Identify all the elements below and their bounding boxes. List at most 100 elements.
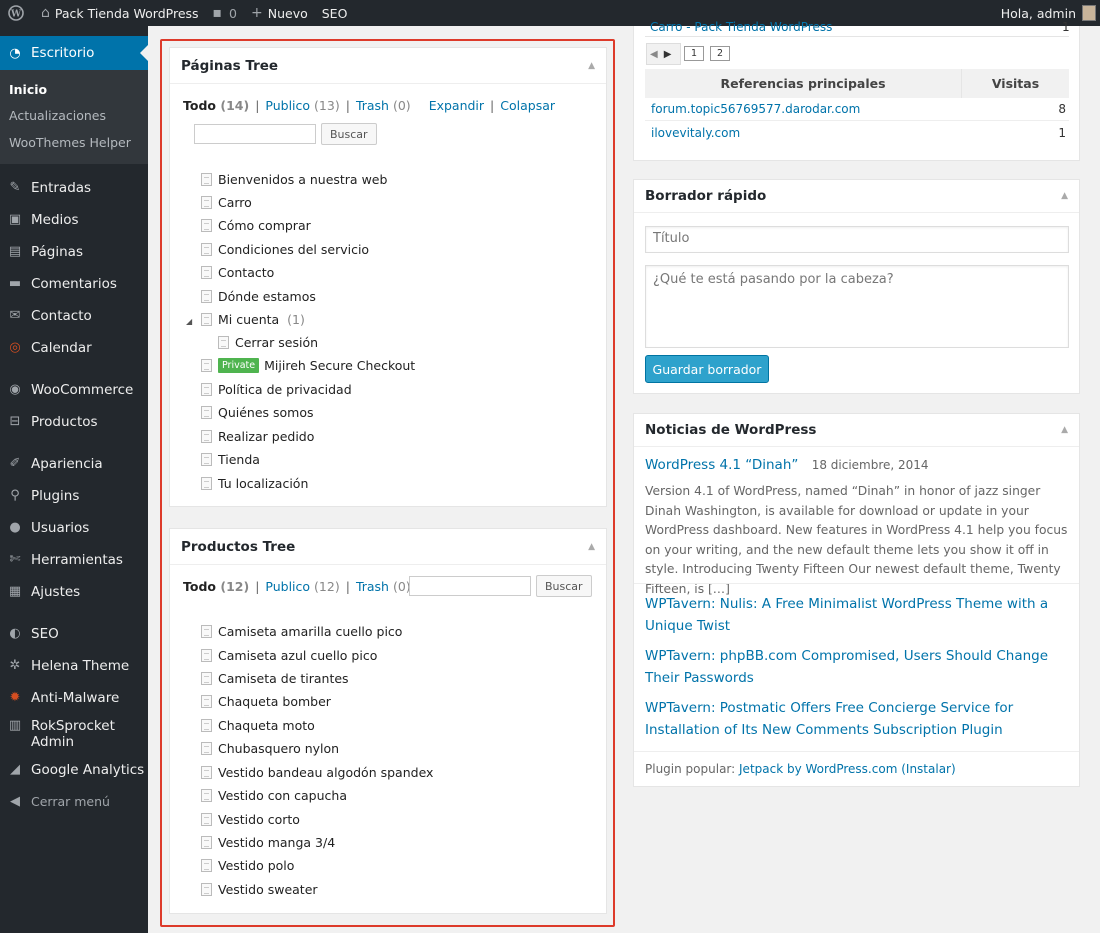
menu-label: Entradas [31,179,92,196]
pagination-arrows[interactable]: ◀ ▶ [646,43,681,65]
menu-label: Helena Theme [31,657,130,674]
svg-text:W: W [10,10,22,20]
quick-draft-box: Borrador rápido ▲ Título ¿Qué te está pa… [633,179,1080,394]
quick-draft-header[interactable]: Borrador rápido ▲ [634,180,1079,213]
red-highlight-frame [160,39,615,927]
comments-link[interactable]: ▪ 0 [206,0,244,26]
menu-label: WooCommerce [31,381,134,398]
pages-icon: ▤ [8,244,22,259]
wordpress-logo-icon[interactable]: W [0,0,34,26]
popular-plugin-link[interactable]: Jetpack by WordPress.com [739,762,897,776]
popular-plugin: Plugin popular: Jetpack by WordPress.com… [645,762,956,776]
visit-count: 1 [1058,125,1066,140]
seo-link[interactable]: SEO [315,0,355,26]
home-icon: ⌂ [41,5,50,21]
media-icon: ▣ [8,212,22,227]
wrench-icon: ✄ [9,552,21,567]
woo-icon: ◉ [9,382,21,397]
stats-box: Carro - Pack Tienda WordPress 1 ◀ ▶ 1 2 R… [633,20,1080,161]
collapse-menu-button[interactable]: ◀ Cerrar menú [0,786,148,818]
menu-medios[interactable]: ▣ Medios [0,204,148,236]
menu-google-analytics[interactable]: ◢ Google Analytics [0,754,148,786]
site-name-link[interactable]: ⌂ Pack Tienda WordPress [34,0,206,26]
news-date: 18 diciembre, 2014 [811,458,929,472]
menu-label: RokSprocket Admin [31,717,115,750]
menu-label: Contacto [31,307,92,324]
toggle-arrow-icon[interactable]: ▲ [1061,425,1068,435]
box-title: Noticias de WordPress [645,422,817,438]
avatar [1082,5,1096,21]
user-icon: ● [9,520,21,535]
news-main-item: WordPress 4.1 “Dinah” 18 diciembre, 2014 [645,457,929,473]
news-link[interactable]: WPTavern: Nulis: A Free Minimalist WordP… [645,593,1073,637]
referrer-link[interactable]: ilovevitaly.com [645,126,961,140]
table-header: Referencias principales Visitas [645,69,1069,98]
popular-label: Plugin popular: [645,762,736,776]
submenu-inicio[interactable]: Inicio [0,76,148,103]
box-title: Borrador rápido [645,188,767,204]
top-referrer-link[interactable]: Carro - Pack Tienda WordPress [650,20,1000,34]
menu-calendar[interactable]: ◎ Calendar [0,332,148,364]
menu-woocommerce[interactable]: ◉ WooCommerce [0,374,148,406]
install-link[interactable]: (Instalar) [901,762,955,776]
menu-roksprocket[interactable]: ▥ RokSprocket Admin [0,714,148,754]
menu-usuarios[interactable]: ● Usuarios [0,512,148,544]
toggle-arrow-icon[interactable]: ▲ [1061,191,1068,201]
site-name: Pack Tienda WordPress [54,5,199,21]
menu-herramientas[interactable]: ✄ Herramientas [0,544,148,576]
new-content-link[interactable]: + Nuevo [244,0,315,26]
box-icon: ▥ [8,717,22,733]
seo-icon: ◐ [9,626,21,641]
menu-productos[interactable]: ⊟ Productos [0,406,148,438]
draft-title-input[interactable]: Título [645,226,1069,253]
draft-content-textarea[interactable]: ¿Qué te está pasando por la cabeza? [645,265,1069,348]
menu-label: Productos [31,413,98,430]
news-excerpt: Version 4.1 of WordPress, named “Dinah” … [645,484,1068,596]
pin-icon: ✎ [9,180,21,195]
news-header[interactable]: Noticias de WordPress ▲ [634,414,1079,447]
news-box: Noticias de WordPress ▲ WordPress 4.1 “D… [633,413,1080,787]
submenu-actualizaciones[interactable]: Actualizaciones [0,103,148,130]
cart-icon: ⊟ [9,414,21,429]
table-row: ilovevitaly.com 1 [645,121,1069,144]
calendar-icon: ◎ [9,340,21,355]
menu-helena-theme[interactable]: ✲ Helena Theme [0,650,148,682]
visit-count: 8 [1058,102,1066,116]
news-main-link[interactable]: WordPress 4.1 “Dinah” [645,457,798,473]
menu-plugins[interactable]: ⚲ Plugins [0,480,148,512]
menu-apariencia[interactable]: ✐ Apariencia [0,448,148,480]
dashboard-submenu: Inicio Actualizaciones WooThemes Helper [0,70,148,164]
page-1-button[interactable]: 1 [684,46,704,61]
menu-seo[interactable]: ◐ SEO [0,618,148,650]
menu-ajustes[interactable]: ▦ Ajustes [0,576,148,608]
chart-icon: ◢ [10,762,20,777]
settings-icon: ▦ [8,584,22,599]
next-arrow-icon[interactable]: ▶ [664,49,672,60]
greeting: Hola, admin [1000,5,1076,21]
news-link[interactable]: WPTavern: phpBB.com Compromised, Users S… [645,645,1073,689]
menu-anti-malware[interactable]: ✹ Anti-Malware [0,682,148,714]
mail-icon: ✉ [9,308,21,323]
menu-paginas[interactable]: ▤ Páginas [0,236,148,268]
page-2-button[interactable]: 2 [710,46,730,61]
menu-escritorio[interactable]: ◔ Escritorio [0,36,148,70]
menu-comentarios[interactable]: ▬ Comentarios [0,268,148,300]
menu-entradas[interactable]: ✎ Entradas [0,172,148,204]
divider [634,751,1079,752]
collapse-icon: ◀ [10,794,20,809]
menu-contacto[interactable]: ✉ Contacto [0,300,148,332]
prev-arrow-icon[interactable]: ◀ [650,49,658,60]
menu-label: Cerrar menú [31,794,110,809]
menu-label: Usuarios [31,519,90,536]
submenu-woothemes-helper[interactable]: WooThemes Helper [0,129,148,156]
account-link[interactable]: Hola, admin [994,0,1100,26]
referrer-link[interactable]: forum.topic56769577.darodar.com [645,102,961,116]
menu-label: Escritorio [31,45,95,61]
save-draft-button[interactable]: Guardar borrador [645,355,769,383]
menu-label: Google Analytics [31,761,145,778]
menu-label: Calendar [31,339,92,356]
col-referencias: Referencias principales [720,76,886,91]
news-link[interactable]: WPTavern: Postmatic Offers Free Concierg… [645,697,1073,741]
col-visitas: Visitas [961,69,1069,98]
menu-label: Anti-Malware [31,689,120,706]
